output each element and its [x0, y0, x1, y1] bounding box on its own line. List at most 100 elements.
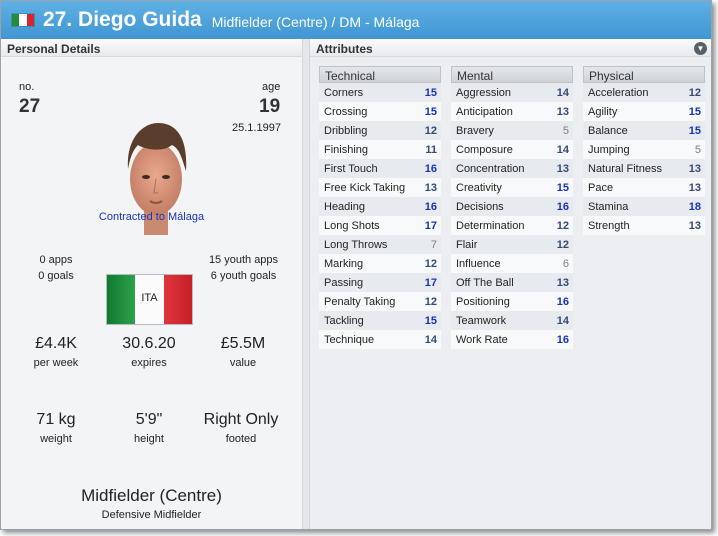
- attribute-value: 15: [688, 124, 701, 137]
- attribute-name: Flair: [456, 238, 478, 251]
- attribute-row[interactable]: Passing 17: [319, 273, 441, 292]
- panel-divider[interactable]: [302, 39, 309, 529]
- attribute-row[interactable]: Strength 13: [583, 216, 705, 235]
- attribute-value: 5: [694, 143, 701, 156]
- flag-stripe-green: [12, 14, 20, 26]
- attribute-row[interactable]: Work Rate 16: [451, 330, 573, 349]
- youth-apps-count: 15 youth apps: [208, 254, 279, 266]
- attribute-row[interactable]: Creativity 15: [451, 178, 573, 197]
- market-value: £5.5M: [220, 335, 266, 352]
- attribute-value: 14: [556, 314, 569, 327]
- attribute-row[interactable]: Agility 15: [583, 102, 705, 121]
- attribute-value: 15: [556, 181, 569, 194]
- attribute-name: Balance: [588, 124, 628, 137]
- attribute-value: 12: [424, 257, 437, 270]
- attribute-value: 15: [688, 105, 701, 118]
- attribute-row[interactable]: Off The Ball 13: [451, 273, 573, 292]
- attribute-value: 16: [556, 200, 569, 213]
- attribute-name: Crossing: [324, 105, 368, 118]
- attribute-name: Positioning: [456, 295, 510, 308]
- attribute-name: Technique: [324, 333, 375, 346]
- attribute-value: 14: [556, 86, 569, 99]
- attribute-value: 13: [556, 105, 569, 118]
- date-of-birth: 25.1.1997: [232, 122, 281, 134]
- contract-expiry-label: expires: [131, 357, 167, 369]
- weight-value: 71 kg: [36, 411, 76, 428]
- primary-role: Defensive Midfielder: [101, 509, 202, 521]
- player-position-club[interactable]: Midfielder (Centre) / DM - Málaga: [212, 14, 420, 30]
- contract-status-link[interactable]: Contracted to Málaga: [1, 211, 302, 223]
- personal-details-panel: Personal Details no. 27 age 19 25.1.1997…: [1, 39, 302, 529]
- attribute-row[interactable]: Balance 15: [583, 121, 705, 140]
- attribute-name: Work Rate: [456, 333, 508, 346]
- flag-stripe-white: [19, 14, 27, 26]
- attribute-value: 5: [562, 124, 569, 137]
- physical-column: Physical Acceleration 12 Agility 15 Balance 1…: [583, 66, 705, 235]
- nation-code: ITA: [141, 292, 158, 304]
- attribute-row[interactable]: Natural Fitness 13: [583, 159, 705, 178]
- height-value: 5'9": [135, 411, 163, 428]
- attribute-name: Free Kick Taking: [324, 181, 406, 194]
- attribute-row[interactable]: Free Kick Taking 13: [319, 178, 441, 197]
- attribute-name: Marking: [324, 257, 364, 270]
- mental-column: Mental Aggression 14 Anticipation 13 Bravery…: [451, 66, 573, 349]
- attribute-row[interactable]: Bravery 5: [451, 121, 573, 140]
- attribute-value: 18: [688, 200, 701, 213]
- attribute-row[interactable]: Positioning 16: [451, 292, 573, 311]
- attribute-row[interactable]: Decisions 16: [451, 197, 573, 216]
- attribute-row[interactable]: Jumping 5: [583, 140, 705, 159]
- attribute-row[interactable]: Acceleration 12: [583, 83, 705, 102]
- technical-list: Corners 15 Crossing 15 Dribbling 12 Finishing 1…: [319, 83, 441, 349]
- apps-count: 0 apps: [39, 254, 73, 266]
- attribute-name: Strength: [588, 219, 630, 232]
- attribute-name: Pace: [588, 181, 614, 194]
- goals-count: 0 goals: [38, 270, 74, 282]
- contract-expiry-value: 30.6.20: [122, 335, 176, 352]
- attribute-value: 7: [430, 238, 437, 251]
- squad-number-value: 27: [19, 96, 41, 117]
- attribute-row[interactable]: Penalty Taking 12: [319, 292, 441, 311]
- attribute-name: Finishing: [324, 143, 369, 156]
- attribute-name: Composure: [456, 143, 513, 156]
- attribute-value: 12: [556, 219, 569, 232]
- attribute-row[interactable]: Crossing 15: [319, 102, 441, 121]
- attribute-name: Long Throws: [324, 238, 388, 251]
- attribute-row[interactable]: Dribbling 12: [319, 121, 441, 140]
- attribute-row[interactable]: Pace 13: [583, 178, 705, 197]
- attribute-row[interactable]: Influence 6: [451, 254, 573, 273]
- title-bar: 27. Diego Guida Midfielder (Centre) / DM…: [1, 1, 711, 39]
- mental-list: Aggression 14 Anticipation 13 Bravery 5 Compos…: [451, 83, 573, 349]
- attribute-row[interactable]: Concentration 13: [451, 159, 573, 178]
- attribute-row[interactable]: Aggression 14: [451, 83, 573, 102]
- attribute-value: 16: [556, 333, 569, 346]
- attribute-row[interactable]: Finishing 11: [319, 140, 441, 159]
- chevron-down-icon[interactable]: ▼: [694, 42, 707, 55]
- attribute-row[interactable]: Heading 16: [319, 197, 441, 216]
- attribute-value: 11: [425, 143, 437, 156]
- attribute-row[interactable]: Corners 15: [319, 83, 441, 102]
- height-label: height: [134, 433, 164, 445]
- market-value-label: value: [229, 357, 257, 369]
- physical-list: Acceleration 12 Agility 15 Balance 15 Jumping 5…: [583, 83, 705, 235]
- primary-position: Midfielder (Centre): [81, 486, 222, 505]
- attribute-row[interactable]: First Touch 16: [319, 159, 441, 178]
- attribute-row[interactable]: Technique 14: [319, 330, 441, 349]
- attribute-row[interactable]: Anticipation 13: [451, 102, 573, 121]
- attribute-row[interactable]: Marking 12: [319, 254, 441, 273]
- attribute-row[interactable]: Teamwork 14: [451, 311, 573, 330]
- attribute-value: 16: [556, 295, 569, 308]
- attribute-name: Decisions: [456, 200, 504, 213]
- attribute-row[interactable]: Stamina 18: [583, 197, 705, 216]
- attribute-value: 12: [688, 86, 701, 99]
- attributes-panel: Attributes ▼ Technical Corners 15 Crossing…: [309, 39, 711, 529]
- attribute-row[interactable]: Flair 12: [451, 235, 573, 254]
- attribute-row[interactable]: Tackling 15: [319, 311, 441, 330]
- attribute-row[interactable]: Determination 12: [451, 216, 573, 235]
- attribute-value: 12: [424, 295, 437, 308]
- attribute-name: Heading: [324, 200, 365, 213]
- wage-label: per week: [33, 357, 79, 369]
- attribute-row[interactable]: Composure 14: [451, 140, 573, 159]
- weight-label: weight: [40, 433, 72, 445]
- attribute-row[interactable]: Long Shots 17: [319, 216, 441, 235]
- attribute-row[interactable]: Long Throws 7: [319, 235, 441, 254]
